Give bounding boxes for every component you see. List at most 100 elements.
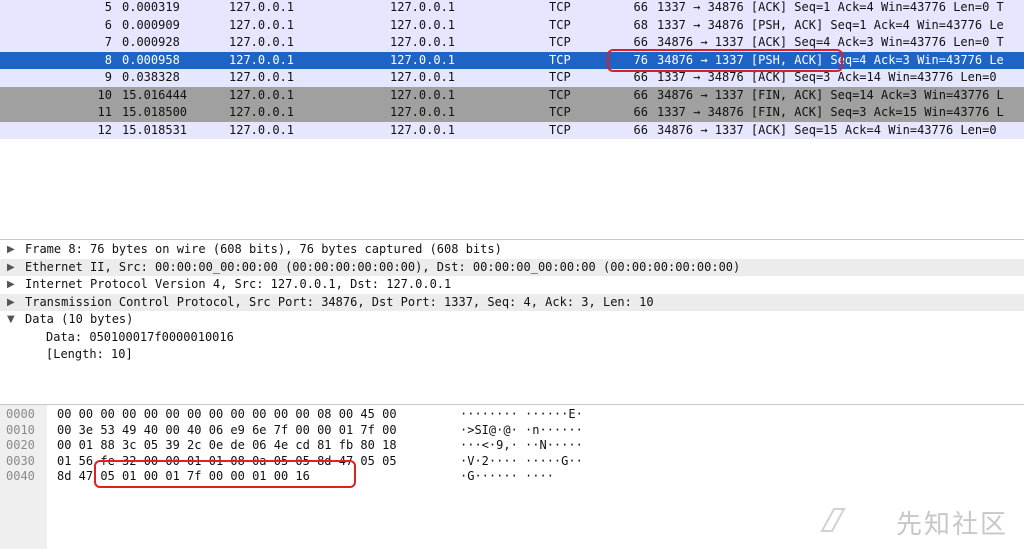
packet-time: 0.000928	[122, 35, 180, 49]
packet-source: 127.0.0.1	[229, 17, 295, 32]
packet-protocol: TCP	[549, 70, 571, 84]
tree-item-tcp[interactable]: ▶ Transmission Control Protocol, Src Por…	[0, 293, 1024, 312]
packet-length: 66	[633, 122, 648, 137]
triangle-right-icon[interactable]: ▶	[7, 276, 19, 294]
packet-time: 0.000319	[122, 0, 180, 14]
byte-ascii[interactable]: ·G······ ····	[460, 469, 554, 485]
packet-destination: 127.0.0.1	[390, 35, 456, 49]
watermark-logo-icon	[820, 508, 846, 532]
packet-protocol: TCP	[549, 0, 571, 14]
packet-list[interactable]: 5 0.000319 127.0.0.1 127.0.0.1 TCP 66 13…	[0, 0, 1024, 238]
packet-no: 5	[104, 0, 112, 14]
packet-protocol: TCP	[549, 35, 571, 49]
packet-info: 34876 → 1337 [FIN, ACK] Seq=14 Ack=3 Win…	[657, 87, 1004, 102]
tree-item-label: Transmission Control Protocol, Src Port:…	[25, 294, 654, 309]
tree-item-data-value[interactable]: Data: 050100017f0000010016	[0, 329, 1024, 347]
packet-destination: 127.0.0.1	[390, 70, 456, 84]
tree-item-ethernet[interactable]: ▶ Ethernet II, Src: 00:00:00_00:00:00 (0…	[0, 258, 1024, 277]
packet-destination: 127.0.0.1	[390, 105, 456, 119]
packet-destination: 127.0.0.1	[390, 17, 456, 32]
packet-protocol: TCP	[549, 105, 571, 119]
packet-source: 127.0.0.1	[229, 52, 295, 67]
packet-time: 15.018500	[122, 105, 188, 119]
byte-ascii[interactable]: ·>SI@·@· ·n······	[460, 423, 583, 439]
packet-info: 34876 → 1337 [ACK] Seq=15 Ack=4 Win=4377…	[657, 122, 997, 137]
byte-offset: 0020	[6, 438, 35, 452]
packet-info: 1337 → 34876 [FIN, ACK] Seq=3 Ack=15 Win…	[657, 105, 1004, 119]
packet-source: 127.0.0.1	[229, 122, 295, 137]
byte-offset: 0030	[6, 453, 35, 468]
packet-destination: 127.0.0.1	[390, 0, 456, 14]
byte-row[interactable]: 0000 00 00 00 00 00 00 00 00 00 00 00 00…	[0, 407, 1024, 423]
byte-hex[interactable]: 00 3e 53 49 40 00 40 06 e9 6e 7f 00 00 0…	[57, 423, 397, 439]
byte-hex[interactable]: 00 01 88 3c 05 39 2c 0e de 06 4e cd 81 f…	[57, 438, 397, 454]
tree-item-label: Internet Protocol Version 4, Src: 127.0.…	[25, 277, 452, 291]
packet-time: 0.000909	[122, 17, 180, 32]
packet-time: 0.038328	[122, 70, 180, 84]
packet-bytes[interactable]: 0000 00 00 00 00 00 00 00 00 00 00 00 00…	[0, 405, 1024, 549]
byte-row[interactable]: 0020 00 01 88 3c 05 39 2c 0e de 06 4e cd…	[0, 438, 1024, 454]
byte-ascii[interactable]: ···<·9,· ··N·····	[460, 438, 583, 454]
packet-protocol: TCP	[549, 87, 571, 102]
tree-item-label: Ethernet II, Src: 00:00:00_00:00:00 (00:…	[25, 259, 741, 274]
packet-row[interactable]: 10 15.016444 127.0.0.1 127.0.0.1 TCP 66 …	[0, 86, 1024, 104]
packet-no: 6	[104, 17, 112, 32]
packet-no: 7	[104, 35, 112, 49]
packet-destination: 127.0.0.1	[390, 52, 456, 67]
packet-destination: 127.0.0.1	[390, 122, 456, 137]
tree-item-data[interactable]: ▼ Data (10 bytes)	[0, 311, 1024, 329]
packet-length: 68	[633, 17, 648, 32]
packet-row[interactable]: 11 15.018500 127.0.0.1 127.0.0.1 TCP 66 …	[0, 104, 1024, 122]
highlight-box-data-bytes	[94, 460, 356, 488]
packet-time: 0.000958	[122, 52, 180, 67]
byte-ascii[interactable]: ·V·2···· ·····G··	[460, 454, 583, 470]
packet-protocol: TCP	[549, 52, 571, 67]
byte-row[interactable]: 0010 00 3e 53 49 40 00 40 06 e9 6e 7f 00…	[0, 423, 1024, 439]
triangle-right-icon[interactable]: ▶	[7, 241, 19, 259]
byte-offset: 0040	[6, 469, 35, 483]
packet-time: 15.016444	[122, 87, 188, 102]
byte-offset: 0000	[6, 407, 35, 421]
tree-item-label: [Length: 10]	[46, 347, 133, 361]
packet-info: 1337 → 34876 [ACK] Seq=1 Ack=4 Win=43776…	[657, 0, 1004, 14]
packet-source: 127.0.0.1	[229, 105, 295, 119]
packet-row[interactable]: 9 0.038328 127.0.0.1 127.0.0.1 TCP 66 13…	[0, 69, 1024, 87]
packet-source: 127.0.0.1	[229, 87, 295, 102]
packet-row-selected[interactable]: 8 0.000958 127.0.0.1 127.0.0.1 TCP 76 34…	[0, 51, 1024, 69]
packet-no: 9	[104, 70, 112, 84]
packet-no: 10	[97, 87, 112, 102]
packet-details[interactable]: ▶ Frame 8: 76 bytes on wire (608 bits), …	[0, 240, 1024, 404]
tree-item-frame[interactable]: ▶ Frame 8: 76 bytes on wire (608 bits), …	[0, 241, 1024, 259]
packet-row[interactable]: 12 15.018531 127.0.0.1 127.0.0.1 TCP 66 …	[0, 121, 1024, 139]
packet-time: 15.018531	[122, 122, 188, 137]
byte-hex[interactable]: 00 00 00 00 00 00 00 00 00 00 00 00 08 0…	[57, 407, 397, 423]
packet-destination: 127.0.0.1	[390, 87, 456, 102]
packet-row[interactable]: 5 0.000319 127.0.0.1 127.0.0.1 TCP 66 13…	[0, 0, 1024, 17]
packet-no: 8	[104, 52, 112, 67]
packet-no: 12	[97, 122, 112, 137]
packet-source: 127.0.0.1	[229, 35, 295, 49]
byte-offset: 0010	[6, 422, 35, 437]
byte-ascii[interactable]: ········ ······E·	[460, 407, 583, 423]
packet-length: 66	[633, 87, 648, 102]
tree-item-label: Data (10 bytes)	[25, 312, 134, 326]
tree-item-label: Data: 050100017f0000010016	[46, 329, 234, 344]
packet-row[interactable]: 6 0.000909 127.0.0.1 127.0.0.1 TCP 68 13…	[0, 16, 1024, 34]
packet-protocol: TCP	[549, 17, 571, 32]
packet-length: 66	[633, 0, 648, 14]
packet-no: 11	[97, 105, 112, 119]
packet-info: 1337 → 34876 [PSH, ACK] Seq=1 Ack=4 Win=…	[657, 17, 1004, 32]
triangle-right-icon[interactable]: ▶	[7, 294, 19, 312]
tree-item-ipv4[interactable]: ▶ Internet Protocol Version 4, Src: 127.…	[0, 276, 1024, 294]
highlight-box-packet-info	[607, 49, 843, 72]
packet-source: 127.0.0.1	[229, 70, 295, 84]
packet-length: 66	[633, 105, 648, 119]
packet-protocol: TCP	[549, 122, 571, 137]
triangle-down-icon[interactable]: ▼	[7, 311, 19, 329]
watermark-text: 先知社区	[895, 510, 1008, 540]
triangle-right-icon[interactable]: ▶	[7, 259, 19, 277]
tree-item-data-length[interactable]: [Length: 10]	[0, 346, 1024, 364]
packet-source: 127.0.0.1	[229, 0, 295, 14]
tree-item-label: Frame 8: 76 bytes on wire (608 bits), 76…	[25, 242, 502, 256]
packet-row[interactable]: 7 0.000928 127.0.0.1 127.0.0.1 TCP 66 34…	[0, 34, 1024, 52]
